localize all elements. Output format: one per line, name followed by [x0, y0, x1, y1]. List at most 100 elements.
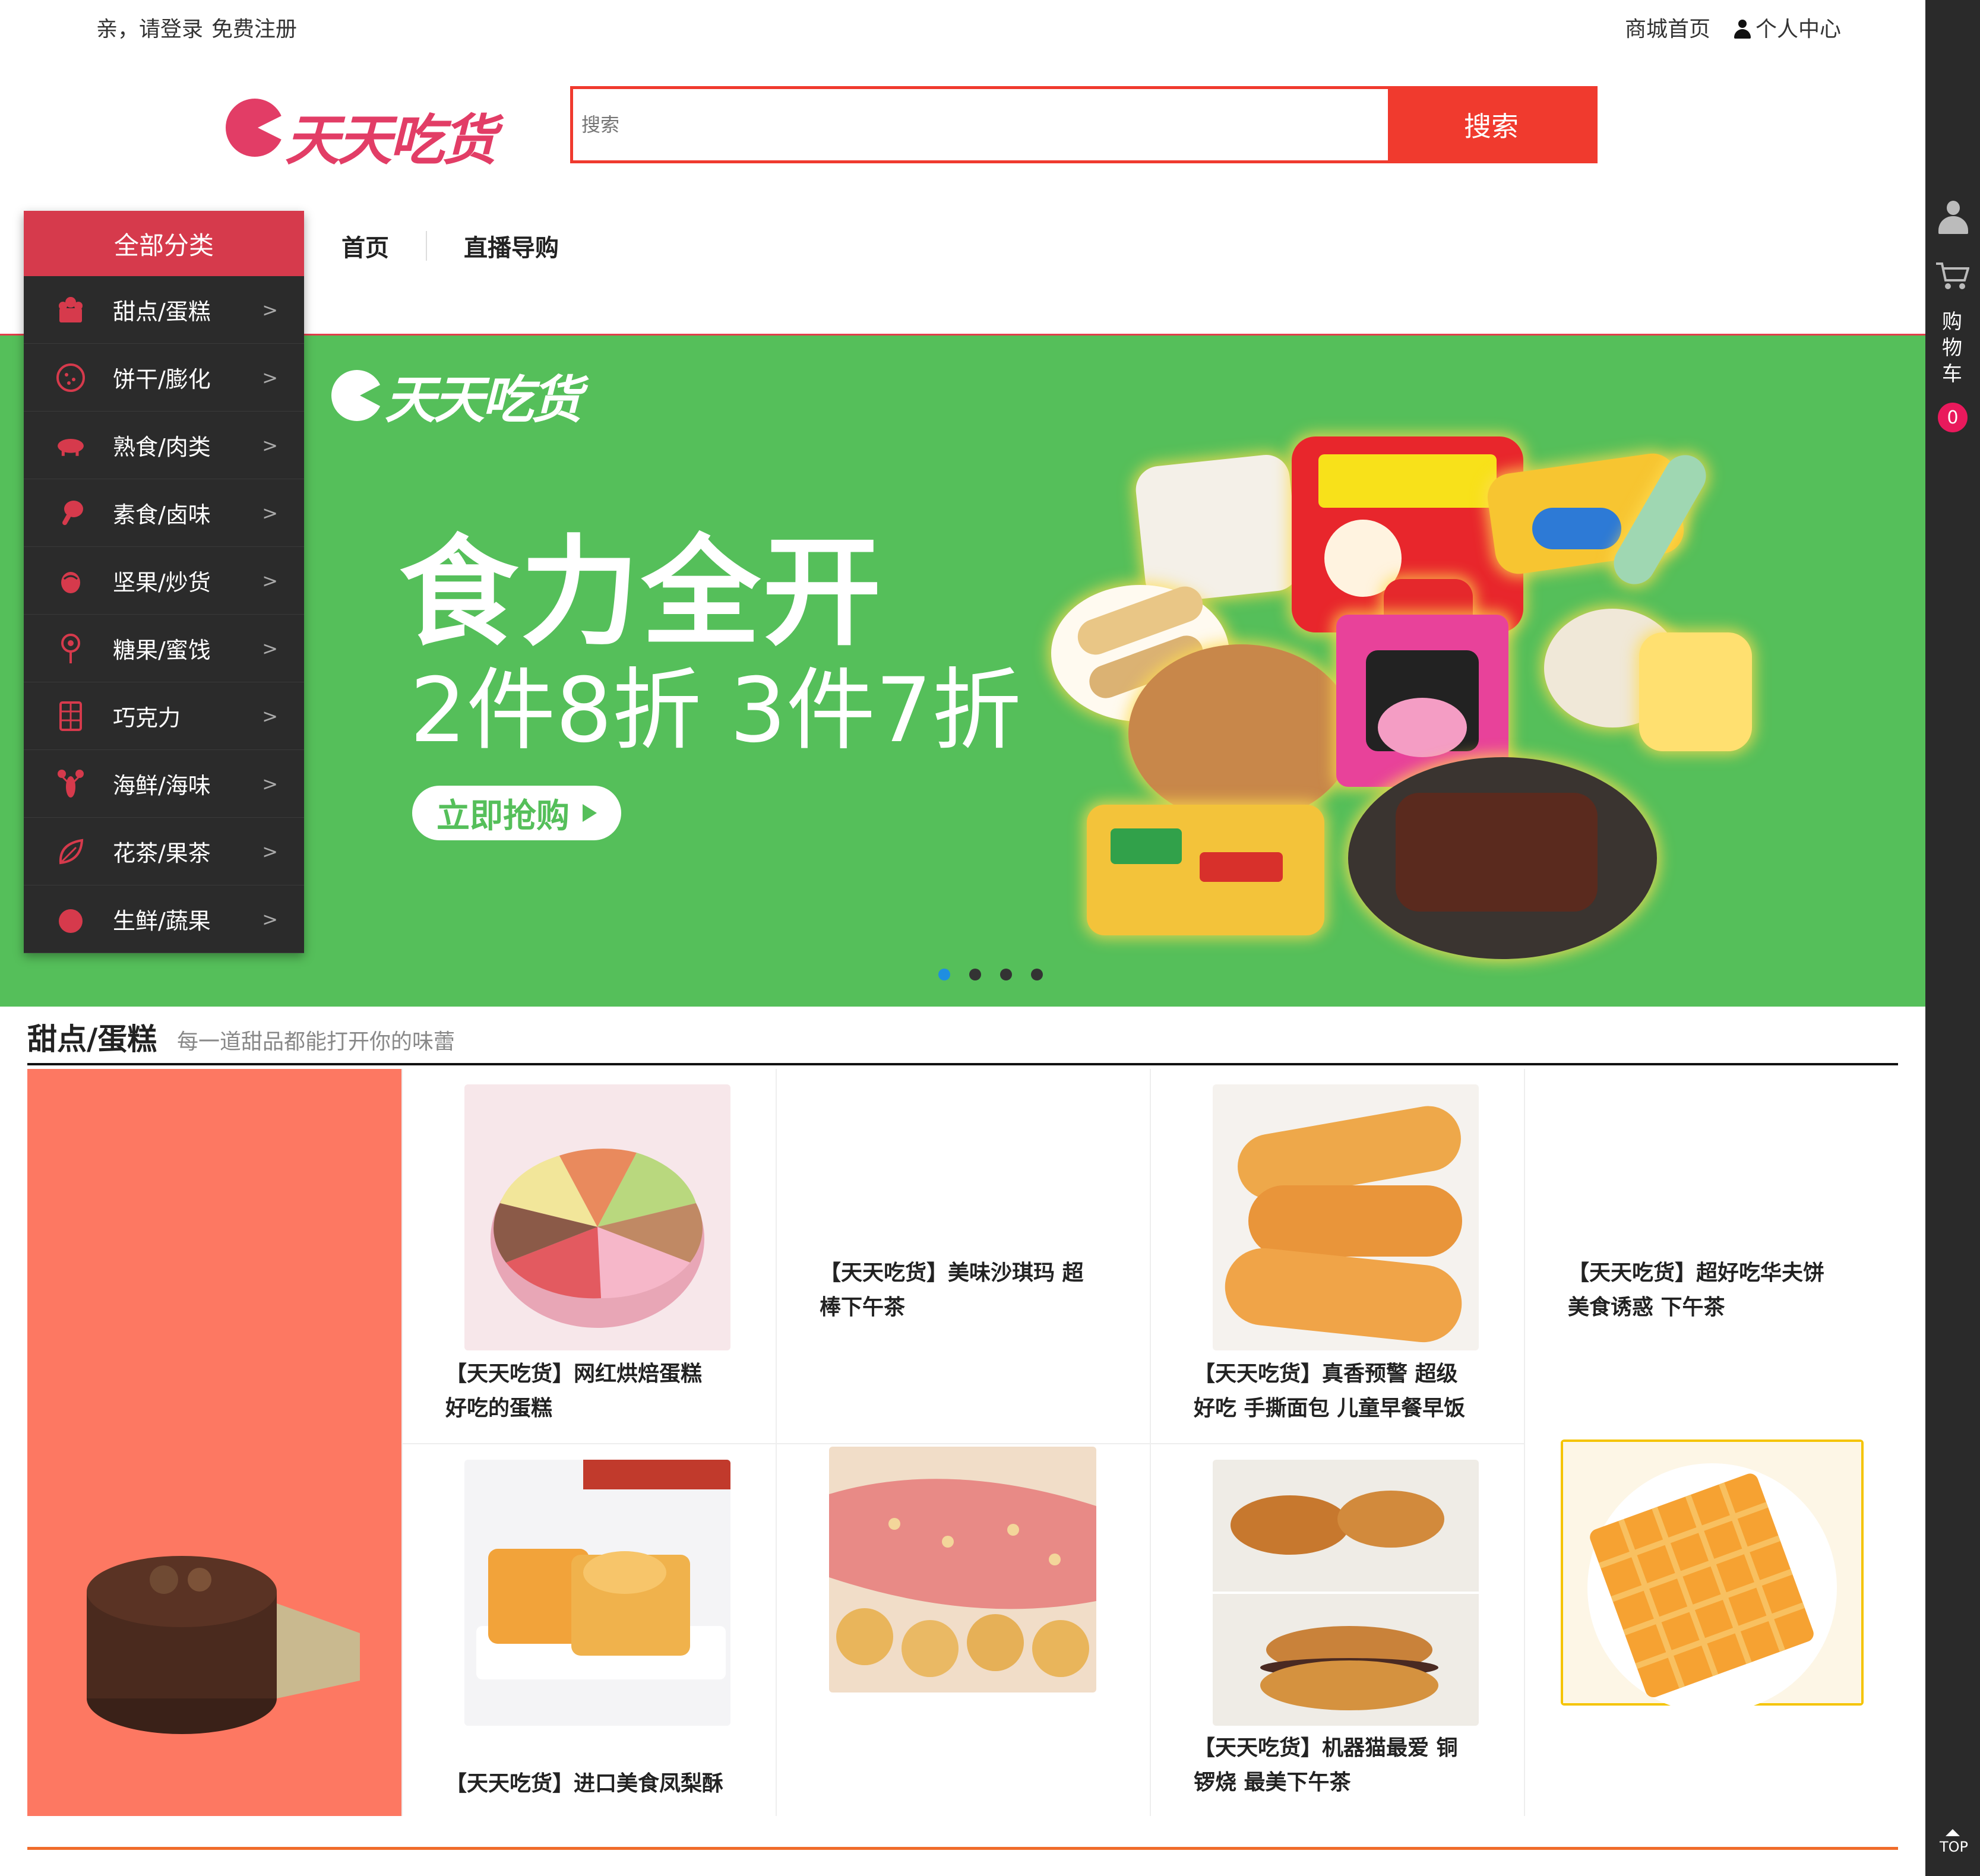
chevron-right-icon: >	[262, 569, 278, 592]
category-menu: 全部分类 甜点/蛋糕 > 饼干/膨化 > 熟食/肉类 > 素食/卤味 > 坚果/…	[24, 211, 304, 953]
carousel-dot[interactable]	[938, 969, 950, 980]
product-name[interactable]: 【天天吃货】进口美食凤梨酥	[445, 1767, 730, 1801]
category-label: 素食/卤味	[113, 502, 211, 528]
chevron-right-icon: >	[262, 772, 278, 795]
cart-label[interactable]: 购物车	[1942, 309, 1962, 387]
nav-home[interactable]: 首页	[341, 229, 389, 263]
product-name[interactable]: 【天天吃货】机器猫最爱 铜锣烧 最美下午茶	[1194, 1731, 1479, 1800]
featured-cake-image[interactable]	[27, 1069, 401, 1816]
tomato-icon	[55, 903, 87, 935]
chevron-right-icon: >	[262, 907, 278, 931]
category-item-seafood[interactable]: 海鲜/海味 >	[24, 750, 304, 818]
cart-count-badge: 0	[1938, 403, 1968, 432]
mall-home-link[interactable]: 商城首页	[1625, 12, 1710, 43]
cake-icon	[55, 294, 87, 326]
back-to-top-button[interactable]: TOP	[1940, 1829, 1969, 1855]
pig-icon	[55, 429, 87, 461]
snack-collage-image	[1045, 436, 1752, 971]
product-image-waffle[interactable]	[1561, 1440, 1864, 1706]
product-image-shaqima[interactable]	[829, 1447, 1096, 1692]
banner-subline: 2件8折 3件7折	[410, 659, 1021, 763]
category-label: 甜点/蛋糕	[113, 299, 211, 325]
nut-icon	[55, 565, 87, 597]
user-icon	[1734, 20, 1751, 39]
user-icon[interactable]	[1938, 201, 1968, 234]
category-label: 花茶/果茶	[113, 840, 211, 866]
logo-text: 天天吃货	[285, 109, 496, 172]
carousel-dot[interactable]	[969, 969, 981, 980]
chevron-right-icon: >	[262, 704, 278, 727]
section-title: 甜点/蛋糕	[27, 1022, 157, 1056]
play-arrow-icon	[583, 804, 597, 822]
category-label: 海鲜/海味	[113, 773, 211, 799]
category-item-fresh[interactable]: 生鲜/蔬果 >	[24, 885, 304, 953]
cart-icon[interactable]	[1935, 261, 1970, 291]
carousel-dot[interactable]	[1031, 969, 1043, 980]
product-name[interactable]: 【天天吃货】美味沙琪玛 超棒下午茶	[820, 1256, 1105, 1325]
chevron-right-icon: >	[262, 501, 278, 524]
grid-divider	[1524, 1069, 1525, 1816]
banner-logo-mark-icon	[331, 369, 384, 421]
cookie-icon	[55, 362, 87, 394]
category-item-biscuit[interactable]: 饼干/膨化 >	[24, 344, 304, 412]
banner-logo: 天天吃货	[331, 358, 582, 432]
category-item-nuts[interactable]: 坚果/炒货 >	[24, 547, 304, 615]
section-divider	[27, 1063, 1898, 1065]
search-bar: 搜索	[570, 86, 1598, 163]
category-item-braised[interactable]: 素食/卤味 >	[24, 479, 304, 547]
grid-divider	[1150, 1069, 1151, 1816]
product-image-pineapple-cake[interactable]	[464, 1460, 730, 1726]
main-nav: 首页 直播导购	[341, 229, 559, 263]
chevron-right-icon: >	[262, 366, 278, 389]
category-label: 坚果/炒货	[113, 570, 211, 596]
all-categories-header[interactable]: 全部分类	[24, 211, 304, 276]
nav-live-shopping[interactable]: 直播导购	[464, 229, 559, 263]
grid-divider	[401, 1069, 403, 1816]
product-name[interactable]: 【天天吃货】真香预警 超级好吃 手撕面包 儿童早餐早饭	[1194, 1357, 1479, 1426]
back-to-top-label: TOP	[1940, 1839, 1969, 1855]
carousel-dots	[938, 969, 1043, 980]
carousel-dot[interactable]	[1000, 969, 1012, 980]
nav-separator	[426, 231, 427, 261]
category-label: 糖果/蜜饯	[113, 637, 211, 663]
arrow-up-icon	[1946, 1829, 1960, 1836]
category-item-meat[interactable]: 熟食/肉类 >	[24, 412, 304, 479]
category-item-candy[interactable]: 糖果/蜜饯 >	[24, 615, 304, 682]
drumstick-icon	[55, 497, 87, 529]
product-name[interactable]: 【天天吃货】网红烘焙蛋糕 好吃的蛋糕	[445, 1357, 730, 1426]
topbar-login: 亲，请登录 免费注册	[96, 12, 305, 43]
banner-buy-button[interactable]: 立即抢购	[412, 786, 621, 840]
product-image-dorayaki[interactable]	[1213, 1460, 1479, 1726]
right-toolbar: 购物车 0 TOP	[1925, 0, 1980, 1876]
chevron-right-icon: >	[262, 434, 278, 457]
chocolate-icon	[55, 700, 87, 732]
product-image-cake[interactable]	[464, 1084, 730, 1350]
search-button[interactable]: 搜索	[1388, 89, 1595, 160]
section-bottom-divider	[27, 1847, 1898, 1850]
category-label: 饼干/膨化	[113, 366, 211, 393]
category-label: 巧克力	[113, 705, 181, 731]
user-center-link[interactable]: 个人中心	[1734, 12, 1841, 43]
category-item-chocolate[interactable]: 巧克力 >	[24, 682, 304, 750]
category-label: 生鲜/蔬果	[113, 908, 211, 934]
banner-brand: 天天吃货	[385, 371, 582, 430]
category-item-tea[interactable]: 花茶/果茶 >	[24, 818, 304, 885]
category-item-dessert[interactable]: 甜点/蛋糕 >	[24, 276, 304, 344]
user-center-label: 个人中心	[1755, 17, 1841, 42]
topbar-right: 商城首页 个人中心	[1625, 12, 1841, 43]
chevron-right-icon: >	[262, 298, 278, 321]
chevron-right-icon: >	[262, 637, 278, 660]
product-name[interactable]: 【天天吃货】超好吃华夫饼 美食诱惑 下午茶	[1568, 1256, 1853, 1325]
product-image-bread[interactable]	[1213, 1084, 1479, 1350]
lollipop-icon	[55, 632, 87, 665]
section-subtitle: 每一道甜品都能打开你的味蕾	[177, 1030, 456, 1054]
category-label: 熟食/肉类	[113, 434, 211, 460]
search-input[interactable]	[573, 89, 1388, 160]
grid-divider	[776, 1069, 777, 1816]
banner-cta-label: 立即抢购	[437, 796, 570, 836]
register-link[interactable]: 免费注册	[211, 17, 297, 42]
lobster-icon	[55, 768, 87, 800]
site-logo[interactable]: 天天吃货	[226, 94, 511, 172]
leaf-icon	[55, 836, 87, 868]
login-link[interactable]: 亲，请登录	[96, 17, 203, 42]
